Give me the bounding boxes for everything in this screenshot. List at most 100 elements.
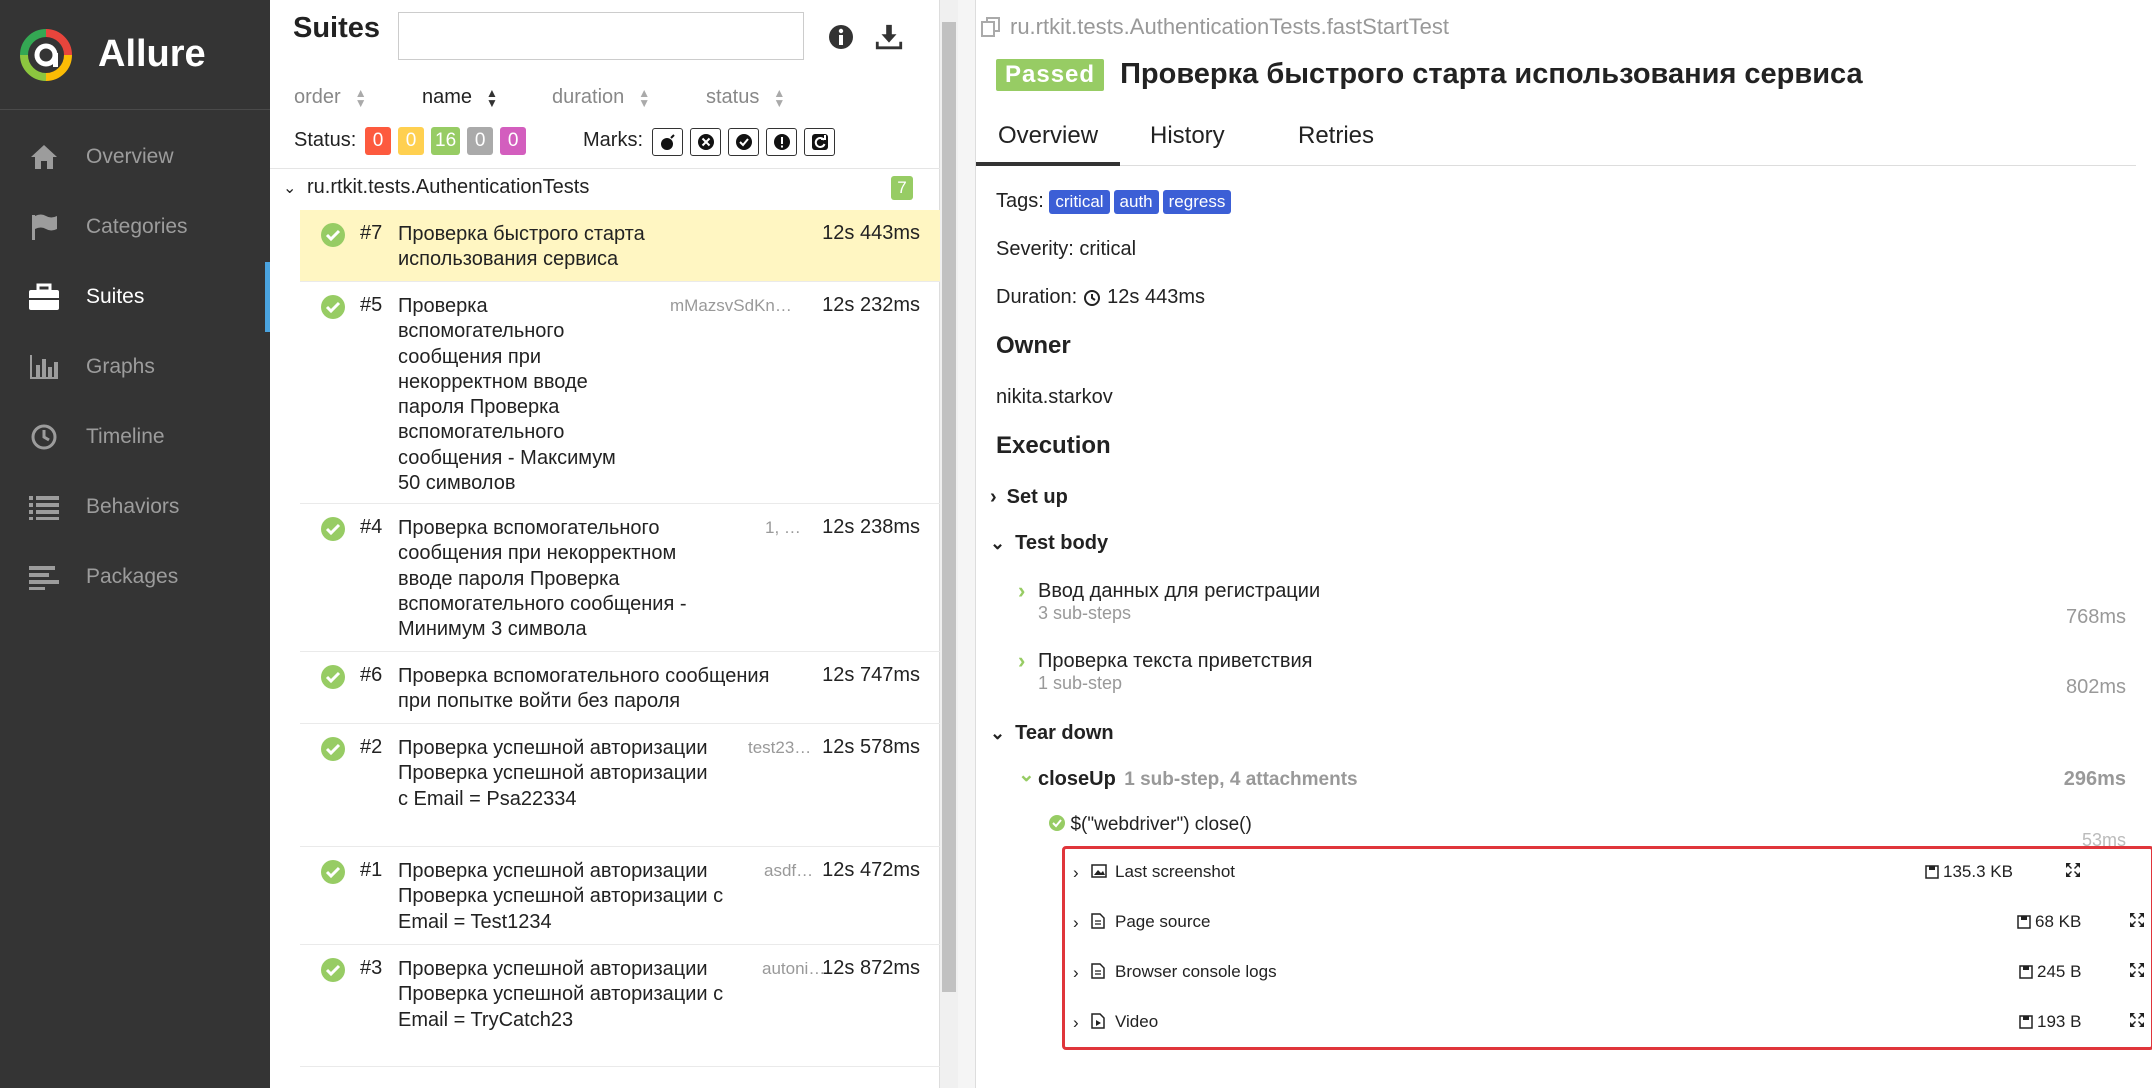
bomb-icon (660, 134, 675, 150)
expand-icon[interactable] (2129, 962, 2145, 983)
test-body-section[interactable]: ⌄ Test body (990, 532, 1108, 555)
step-item[interactable]: › Проверка текста приветствия 1 sub-step… (1018, 648, 2126, 698)
brand[interactable]: Allure (0, 0, 270, 110)
check-circle-icon (321, 737, 345, 761)
status-passed-badge[interactable]: 16 (431, 127, 461, 155)
tag-badge: regress (1162, 190, 1232, 214)
sidebar-item-graphs[interactable]: Graphs (0, 332, 270, 402)
download-button[interactable] (874, 22, 904, 52)
setup-label: Set up (1006, 486, 1068, 508)
chevron-right-icon: › (1073, 913, 1079, 932)
test-row[interactable]: #5 Проверка вспомогательного сообщения п… (300, 282, 940, 504)
test-row[interactable]: #2 Проверка успешной авторизации Проверк… (300, 724, 940, 847)
test-fullname[interactable]: ru.rtkit.tests.AuthenticationTests.fastS… (980, 14, 1449, 40)
attachment-row[interactable]: › Browser console logs 245 B (1065, 949, 2151, 999)
search-input[interactable] (398, 12, 804, 60)
mark-new-passed-button[interactable] (728, 128, 759, 156)
test-row[interactable]: #3 Проверка успешной авторизации Проверк… (300, 945, 940, 1067)
chevron-right-icon: › (1018, 578, 1026, 603)
step-item[interactable]: › Ввод данных для регистрации 3 sub-step… (1018, 578, 2126, 628)
chevron-right-icon: › (990, 486, 997, 508)
duration-value: 12s 443ms (1107, 286, 1205, 308)
test-row[interactable]: #6 Проверка вспомогательного сообщения п… (300, 652, 940, 724)
test-row[interactable]: #1 Проверка успешной авторизации Проверк… (300, 847, 940, 945)
step-duration: 802ms (2065, 676, 2126, 698)
test-title-row: Passed Проверка быстрого старта использо… (996, 58, 1863, 91)
mark-retries-button[interactable] (804, 128, 835, 156)
clock-icon (28, 421, 60, 453)
chevron-down-icon: ⌄ (990, 533, 1006, 553)
expand-icon[interactable] (2065, 862, 2081, 883)
sort-duration-label: duration (552, 86, 625, 108)
sidebar-item-overview[interactable]: Overview (0, 122, 270, 192)
sidebar-item-packages[interactable]: Packages (0, 542, 270, 612)
severity-line: Severity: critical (996, 238, 1137, 260)
check-circle-icon (321, 223, 345, 247)
status-failed-badge[interactable]: 0 (365, 127, 391, 155)
sidebar-item-behaviors[interactable]: Behaviors (0, 472, 270, 542)
attachment-size-value: 193 B (2037, 1012, 2082, 1031)
tab-retries[interactable]: Retries (1276, 122, 1396, 166)
suites-pane: Suites order ▲ ▼ name ▲ ▼ duration ▲ ▼ status ▲… (270, 0, 940, 1088)
test-result-pane: ru.rtkit.tests.AuthenticationTests.fastS… (976, 0, 2152, 1088)
check-circle-icon (735, 134, 752, 150)
substep-item[interactable]: $("webdriver") close() 53ms (1048, 814, 2126, 850)
attachment-row[interactable]: › Last screenshot 135.3 KB (1065, 849, 2151, 899)
suites-scrollbar[interactable] (940, 0, 958, 1088)
mark-new-broken-button[interactable] (690, 128, 721, 156)
file-icon (1091, 963, 1105, 984)
tab-history[interactable]: History (1128, 122, 1247, 166)
sort-status[interactable]: status ▲ ▼ (706, 86, 785, 109)
sort-order[interactable]: order ▲ ▼ (294, 86, 367, 109)
sidebar-item-timeline[interactable]: Timeline (0, 402, 270, 472)
info-button[interactable] (826, 22, 856, 52)
home-icon (28, 141, 60, 173)
test-row[interactable]: #4 Проверка вспомогательного сообщения п… (300, 504, 940, 652)
suites-title: Suites (293, 12, 381, 44)
exclamation-circle-icon (773, 134, 790, 150)
attachment-size-value: 245 B (2037, 962, 2082, 981)
pane-splitter[interactable] (958, 0, 976, 1088)
test-duration: 12s 872ms (822, 957, 920, 979)
closeup-duration: 296ms (2063, 768, 2126, 790)
allure-logo-icon (20, 28, 72, 81)
teardown-section[interactable]: ⌄ Tear down (990, 722, 1114, 745)
sidebar-item-label: Suites (86, 285, 145, 308)
mark-new-failed-button[interactable] (652, 128, 683, 156)
video-file-icon (1091, 1013, 1105, 1034)
setup-section[interactable]: › Set up (990, 486, 1068, 509)
save-icon (1925, 865, 1939, 879)
suite-group[interactable]: ⌄ ru.rtkit.tests.AuthenticationTests 7 (270, 168, 940, 210)
status-unknown-badge[interactable]: 0 (500, 127, 527, 155)
flag-icon (28, 211, 60, 243)
tab-overview[interactable]: Overview (976, 122, 1121, 166)
attachment-row[interactable]: › Video 193 B (1065, 999, 2151, 1049)
sort-bar: order ▲ ▼ name ▲ ▼ duration ▲ ▼ status ▲ ▼ (270, 82, 940, 116)
test-parameters: 1, … (765, 518, 801, 537)
sort-duration[interactable]: duration ▲ ▼ (552, 86, 650, 109)
sidebar-item-label: Categories (86, 215, 188, 238)
bar-chart-icon (28, 351, 60, 383)
closeup-name: closeUp (1038, 768, 1116, 790)
tag-badge: auth (1113, 190, 1159, 214)
test-row[interactable]: #7 Проверка быстрого старта использовани… (300, 210, 940, 282)
step-substeps: 1 sub-step (1038, 673, 1123, 693)
sidebar-item-suites[interactable]: Suites (0, 262, 270, 332)
sort-name[interactable]: name ▲ ▼ (422, 86, 498, 109)
mark-flaky-button[interactable] (766, 128, 797, 156)
status-broken-badge[interactable]: 0 (398, 127, 424, 155)
sidebar-item-categories[interactable]: Categories (0, 192, 270, 262)
tag-badge: critical (1049, 190, 1110, 214)
expand-icon[interactable] (2129, 1012, 2145, 1033)
duration-line: Duration: 12s 443ms (996, 286, 1205, 309)
test-number: #7 (360, 222, 383, 244)
expand-icon[interactable] (2129, 912, 2145, 933)
test-name: Проверка вспомогательного сообщения при … (398, 517, 687, 641)
status-skipped-badge[interactable]: 0 (467, 127, 494, 155)
closeup-step[interactable]: ⌄ closeUp 1 sub-step, 4 attachments 296m… (1018, 764, 2126, 791)
attachment-row[interactable]: › Page source 68 KB (1065, 899, 2151, 949)
test-list: #7 Проверка быстрого старта использовани… (300, 210, 940, 1067)
scrollbar-thumb[interactable] (942, 22, 956, 992)
page-title: Проверка быстрого старта использования с… (1120, 58, 1863, 90)
list-icon (28, 491, 60, 523)
